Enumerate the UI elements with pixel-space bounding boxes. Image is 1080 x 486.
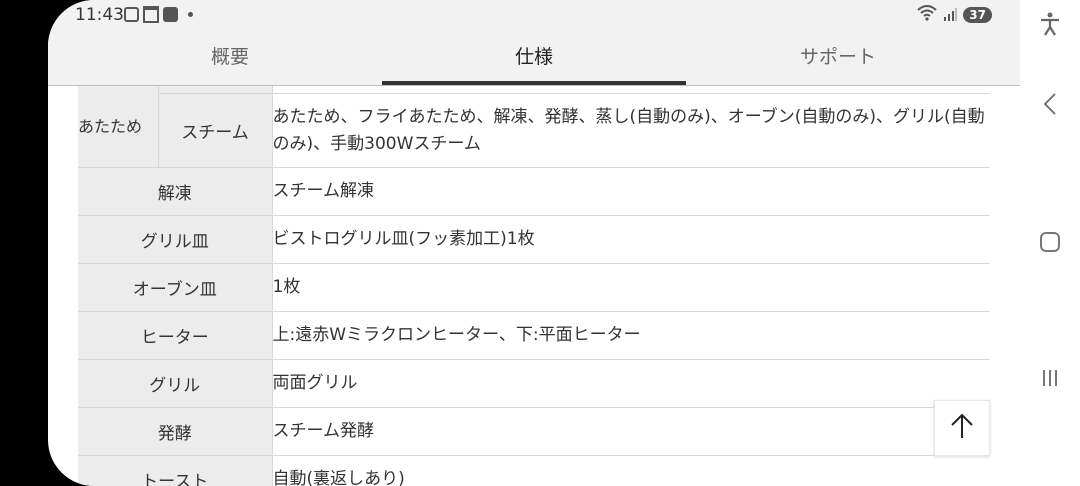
spec-label-grill-plate: グリル皿 xyxy=(78,215,272,264)
spec-label-toast: トースト xyxy=(78,455,272,486)
home-button[interactable] xyxy=(1034,226,1066,258)
system-navigation-bar xyxy=(1020,0,1080,486)
table-row: あたため xyxy=(78,86,990,168)
accessibility-icon xyxy=(1039,12,1061,40)
arrow-up-icon xyxy=(949,412,975,444)
spec-label-defrost: 解凍 xyxy=(78,167,272,216)
accessibility-button[interactable] xyxy=(1034,10,1066,42)
table-row: オーブン皿 1枚 xyxy=(78,263,990,312)
spec-label-steam: スチーム xyxy=(157,93,272,168)
tab-specs[interactable]: 仕様 xyxy=(382,31,686,85)
scroll-to-top-button[interactable] xyxy=(934,400,990,456)
spec-value-oven-plate: 1枚 xyxy=(271,263,990,312)
table-row: グリル 両面グリル xyxy=(78,359,990,408)
spec-content[interactable]: あたため スチーム あたため、フライあたため、解凍、発酵、蒸し(自動のみ)、オー… xyxy=(48,86,1020,486)
spec-value-heater: 上:遠赤Wミラクロンヒーター、下:平面ヒーター xyxy=(271,311,990,360)
battery-icon: 37 xyxy=(963,7,992,23)
recent-apps-button[interactable] xyxy=(1034,362,1066,394)
spec-value-steam: あたため、フライあたため、解凍、発酵、蒸し(自動のみ)、オーブン(自動のみ)、グ… xyxy=(271,93,990,168)
back-button[interactable] xyxy=(1034,90,1066,122)
table-row: トースト 自動(裏返しあり) xyxy=(78,455,990,486)
spec-sub-label-top xyxy=(157,86,272,94)
signal-icon xyxy=(943,7,958,24)
spec-label-grill: グリル xyxy=(78,359,272,408)
spec-value-toast: 自動(裏返しあり) xyxy=(271,455,990,486)
status-time: 11:43 xyxy=(75,5,124,25)
table-row: ヒーター 上:遠赤Wミラクロンヒーター、下:平面ヒーター xyxy=(78,311,990,360)
spec-table: あたため スチーム あたため、フライあたため、解凍、発酵、蒸し(自動のみ)、オー… xyxy=(78,86,990,486)
table-row: 解凍 スチーム解凍 xyxy=(78,167,990,216)
table-row: スチーム あたため、フライあたため、解凍、発酵、蒸し(自動のみ)、オーブン(自動… xyxy=(78,93,990,168)
spec-label-heater: ヒーター xyxy=(78,311,272,360)
spec-value-top xyxy=(271,86,990,94)
spec-label-ferment: 発酵 xyxy=(78,407,272,456)
status-notification-icons xyxy=(124,6,193,23)
table-row: 発酵 スチーム発酵 xyxy=(78,407,990,456)
spec-label-oven-plate: オーブン皿 xyxy=(78,263,272,312)
status-system-icons: 37 xyxy=(917,5,992,25)
dot-icon xyxy=(188,12,193,17)
spec-value-grill: 両面グリル xyxy=(271,359,990,408)
wifi-icon xyxy=(917,5,937,25)
table-row: グリル皿 ビストログリル皿(フッ素加工)1枚 xyxy=(78,215,990,264)
spec-value-grill-plate: ビストログリル皿(フッ素加工)1枚 xyxy=(271,215,990,264)
clipboard-icon xyxy=(163,7,178,22)
tab-support[interactable]: サポート xyxy=(686,31,990,85)
status-bar: 11:43 37 xyxy=(48,0,1020,31)
tab-bar: 概要 仕様 サポート xyxy=(48,31,1020,86)
spec-group-label: あたため xyxy=(78,86,158,168)
home-icon xyxy=(1040,232,1060,252)
spec-value-ferment: スチーム発酵 xyxy=(271,407,990,456)
recent-apps-icon xyxy=(1043,370,1057,386)
scan-icon xyxy=(124,7,139,22)
calendar-icon xyxy=(143,6,159,23)
spec-value-defrost: スチーム解凍 xyxy=(271,167,990,216)
chevron-left-icon xyxy=(1042,92,1058,120)
tab-overview[interactable]: 概要 xyxy=(78,31,382,85)
browser-screen: 11:43 37 概要 仕様 サポート あたため スチーム あたため、フライあた… xyxy=(48,0,1020,486)
